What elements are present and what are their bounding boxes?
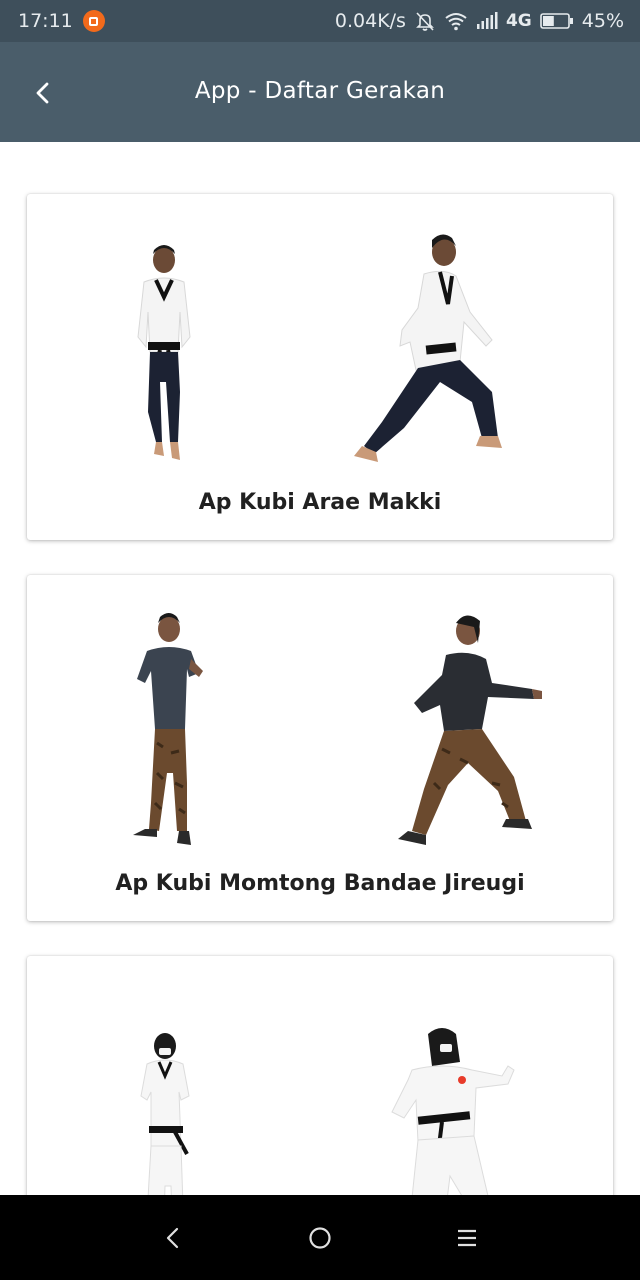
status-right: 0.04K/s 4G 45% <box>335 10 624 32</box>
move-card-ap-kubi-arae-makki[interactable]: Ap Kubi Arae Makki <box>27 194 613 540</box>
silent-bell-icon <box>416 12 434 31</box>
status-time: 17:11 <box>18 10 73 32</box>
app-bar: App - Daftar Gerakan <box>0 42 640 142</box>
nav-menu-button[interactable] <box>437 1208 497 1268</box>
menu-lines-icon <box>457 1229 476 1246</box>
signal-icon <box>476 12 498 29</box>
system-nav-bar <box>0 1195 640 1280</box>
move-card-ap-kubi-momtong-bandae-jireugi[interactable]: Ap Kubi Momtong Bandae Jireugi <box>27 575 613 921</box>
page-title: App - Daftar Gerakan <box>194 78 446 104</box>
taekwondo-side-view-figure <box>354 234 502 462</box>
front-view-figure <box>133 613 203 845</box>
network-type: 4G <box>505 11 532 31</box>
back-triangle-icon <box>167 1227 179 1248</box>
notification-app-icon <box>82 10 105 32</box>
move-images <box>27 956 613 1195</box>
battery-icon <box>539 13 573 29</box>
nav-back-button[interactable] <box>143 1208 203 1268</box>
status-left: 17:11 <box>18 10 105 32</box>
taekwondo-front-view-figure <box>137 245 191 460</box>
move-card-3[interactable] <box>27 956 613 1195</box>
move-name: Ap Kubi Momtong Bandae Jireugi <box>115 871 525 896</box>
nav-home-button[interactable] <box>290 1208 350 1268</box>
front-view-figure <box>140 1033 190 1195</box>
wifi-icon <box>445 13 467 31</box>
move-name: Ap Kubi Arae Makki <box>198 490 442 515</box>
network-speed: 0.04K/s <box>334 10 406 32</box>
home-circle-icon <box>309 1226 331 1249</box>
move-images <box>27 194 613 484</box>
side-view-figure <box>398 615 542 845</box>
status-bar: 17:11 0.04K/s 4G 45% <box>0 0 640 42</box>
battery-percent: 45% <box>581 10 624 32</box>
move-list[interactable]: Ap Kubi Arae Makki Ap Kubi Momtong Banda… <box>0 142 640 1195</box>
side-view-figure <box>391 1028 515 1195</box>
move-images <box>27 575 613 865</box>
